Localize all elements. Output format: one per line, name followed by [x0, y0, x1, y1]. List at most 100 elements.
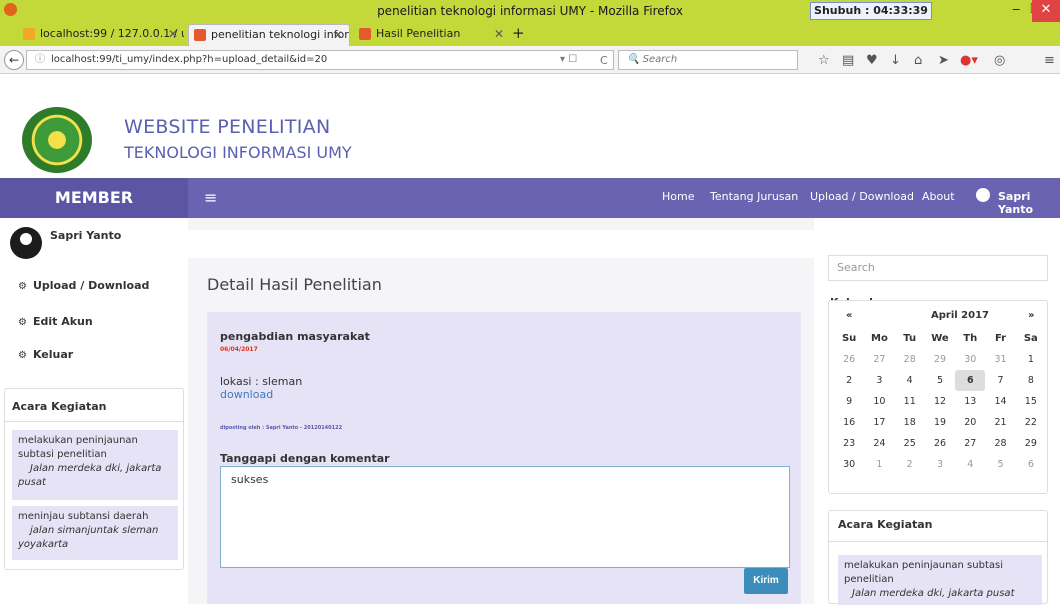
event-item: melakukan peninjaunan subtasi penelitian… [12, 430, 178, 500]
calendar-day[interactable]: 6 [955, 370, 986, 391]
calendar-day[interactable]: 27 [955, 433, 985, 454]
calendar-day[interactable]: 29 [1016, 433, 1046, 454]
calendar-day[interactable]: 26 [925, 433, 955, 454]
calendar-day[interactable]: 27 [864, 349, 894, 370]
calendar-day[interactable]: 28 [895, 349, 925, 370]
download-link[interactable]: download [220, 388, 273, 401]
tab-close-icon[interactable]: ✕ [494, 24, 504, 44]
calendar-day[interactable]: 16 [834, 412, 864, 433]
calendar-day[interactable]: 11 [895, 391, 925, 412]
reader-view-icon[interactable]: ▾ ☐ [560, 54, 577, 65]
calendar-day[interactable]: 4 [955, 454, 985, 475]
calendar-prev[interactable]: « [846, 310, 852, 321]
calendar-day[interactable]: 25 [895, 433, 925, 454]
tab-hasil-penelitian[interactable]: Hasil Penelitian ✕ [354, 24, 510, 46]
tab-penelitian[interactable]: penelitian teknologi informa ✕ [188, 24, 350, 46]
tab-close-icon[interactable]: ✕ [168, 24, 178, 44]
close-window-icon[interactable]: ✕ [1032, 0, 1060, 22]
nav-home[interactable]: Home [662, 190, 694, 203]
calendar-day[interactable]: 14 [985, 391, 1015, 412]
calendar-grid: Su Mo Tu We Th Fr Sa 26 27 28 29 30 31 1 2 3 4 5 6 7 8 9 10 11… [834, 328, 1046, 475]
tab-phpmyadmin[interactable]: localhost:99 / 127.0.0.1 / um ✕ [18, 24, 184, 46]
bookmark-star-icon[interactable]: ☆ [818, 53, 830, 68]
calendar-next[interactable]: » [1028, 310, 1034, 321]
url-bar[interactable]: ⓘ localhost:99/ti_umy/index.php?h=upload_… [26, 50, 614, 70]
send-icon[interactable]: ➤ [938, 53, 949, 68]
calendar-day[interactable]: 3 [925, 454, 955, 475]
page-favicon-icon [194, 29, 206, 41]
pocket-icon[interactable]: ♥ [866, 53, 878, 68]
calendar-day[interactable]: 28 [985, 433, 1015, 454]
nav-user[interactable]: Sapri Yanto [998, 190, 1060, 216]
site-title-1: WEBSITE PENELITIAN [124, 116, 331, 138]
calendar-day[interactable]: 2 [834, 370, 864, 391]
tab-close-icon[interactable]: ✕ [333, 25, 343, 45]
new-tab-icon[interactable]: + [512, 24, 525, 42]
calendar-day[interactable]: 29 [925, 349, 955, 370]
nav-tentang-jurusan[interactable]: Tentang Jurusan [710, 190, 798, 203]
calendar-day[interactable]: 3 [864, 370, 894, 391]
site-title-2: TEKNOLOGI INFORMASI UMY [124, 143, 352, 162]
calendar-weekday: Sa [1023, 333, 1038, 344]
hamburger-icon[interactable]: ≡ [204, 188, 217, 207]
calendar-day[interactable]: 7 [985, 370, 1015, 391]
calendar-weekday: We [931, 333, 949, 344]
reload-icon[interactable]: C [600, 54, 608, 67]
extension-icon[interactable]: ◎ [994, 53, 1005, 68]
download-arrow-icon[interactable]: ↓ [890, 53, 901, 68]
calendar-day[interactable]: 8 [1016, 370, 1046, 391]
calendar-day[interactable]: 18 [895, 412, 925, 433]
calendar-day[interactable]: 19 [925, 412, 955, 433]
calendar-day[interactable]: 26 [834, 349, 864, 370]
nav-upload-download[interactable]: Upload / Download [810, 190, 914, 203]
calendar-day[interactable]: 30 [834, 454, 864, 475]
calendar-day[interactable]: 2 [895, 454, 925, 475]
page-favicon-icon [359, 28, 371, 40]
calendar-month[interactable]: April 2017 [910, 310, 1010, 321]
minimize-icon[interactable]: ‒ [1012, 2, 1020, 17]
calendar-day[interactable]: 20 [955, 412, 985, 433]
calendar-day[interactable]: 23 [834, 433, 864, 454]
browser-search-input[interactable]: 🔍 Search [618, 50, 798, 70]
calendar-day[interactable]: 15 [1016, 391, 1046, 412]
library-icon[interactable]: ▤ [842, 53, 854, 68]
calendar-day[interactable]: 13 [955, 391, 985, 412]
home-icon[interactable]: ⌂ [914, 53, 922, 68]
calendar-day[interactable]: 21 [985, 412, 1015, 433]
adblock-icon[interactable]: ●▾ [960, 53, 978, 68]
brand[interactable]: MEMBER [0, 178, 188, 218]
research-location: lokasi : sleman [220, 375, 303, 388]
dashboard-icon: ⚙ [18, 281, 27, 292]
calendar-day[interactable]: 9 [834, 391, 864, 412]
sidebar-item-keluar[interactable]: ⚙ Keluar [18, 348, 73, 361]
menu-icon[interactable]: ≡ [1044, 53, 1055, 68]
sidebar-item-edit-akun[interactable]: ⚙ Edit Akun [18, 315, 93, 328]
nav-about[interactable]: About [922, 190, 955, 203]
calendar-day[interactable]: 10 [864, 391, 894, 412]
sidebar-item-upload-download[interactable]: ⚙ Upload / Download [18, 279, 149, 292]
dashboard-icon: ⚙ [18, 350, 27, 361]
search-input[interactable]: Search [828, 255, 1048, 281]
kirim-button[interactable]: Kirim [744, 568, 788, 594]
event-text: meninjau subtansi daerah [18, 511, 149, 522]
calendar-day[interactable]: 1 [864, 454, 894, 475]
comment-textarea[interactable]: sukses [220, 466, 790, 568]
calendar-day[interactable]: 5 [985, 454, 1015, 475]
event-location-cont: pusat [18, 477, 46, 488]
phpmyadmin-icon [23, 28, 35, 40]
calendar-day[interactable]: 30 [955, 349, 985, 370]
calendar-weekday: Su [841, 333, 857, 344]
calendar-day[interactable]: 17 [864, 412, 894, 433]
calendar-day[interactable]: 24 [864, 433, 894, 454]
calendar-day[interactable]: 12 [925, 391, 955, 412]
calendar-day[interactable]: 22 [1016, 412, 1046, 433]
dashboard-icon: ⚙ [18, 317, 27, 328]
calendar-day[interactable]: 5 [925, 370, 955, 391]
calendar-day[interactable]: 6 [1016, 454, 1046, 475]
event-location-cont: yoyakarta [18, 539, 69, 550]
sidebar-item-label: Keluar [32, 348, 74, 361]
calendar-day[interactable]: 31 [985, 349, 1015, 370]
calendar-day[interactable]: 4 [895, 370, 925, 391]
back-icon[interactable]: ← [4, 50, 24, 70]
calendar-day[interactable]: 1 [1016, 349, 1046, 370]
